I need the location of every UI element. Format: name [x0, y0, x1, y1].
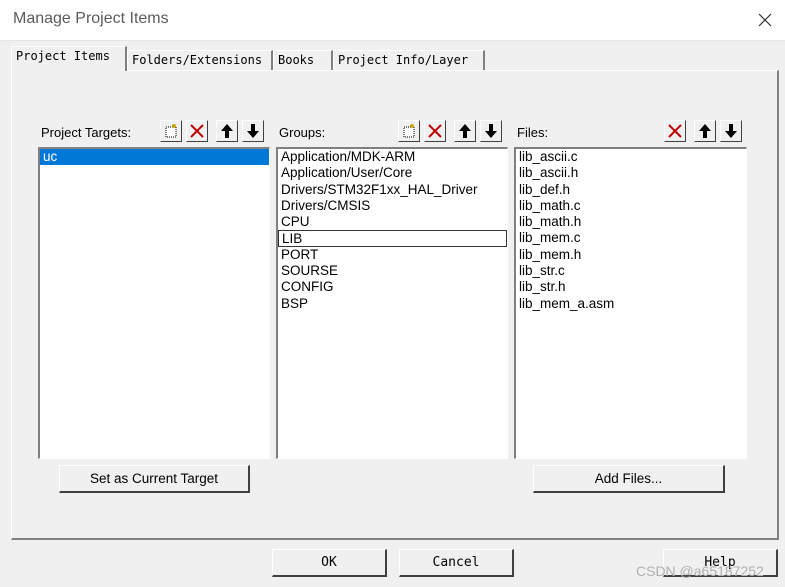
move-file-down-button[interactable]	[720, 120, 742, 142]
arrow-up-icon	[221, 124, 233, 138]
arrow-down-icon	[485, 124, 497, 138]
delete-group-button[interactable]	[424, 120, 446, 142]
window-title: Manage Project Items	[13, 10, 169, 27]
list-item[interactable]: BSP	[278, 296, 507, 312]
move-file-up-button[interactable]	[694, 120, 716, 142]
groups-group: Groups: Application/MDK-ARM Application/…	[276, 119, 508, 459]
groups-label: Groups:	[279, 125, 326, 140]
delete-target-button[interactable]	[186, 120, 208, 142]
list-item[interactable]: Drivers/CMSIS	[278, 198, 507, 214]
add-files-button[interactable]: Add Files...	[533, 465, 725, 493]
list-item[interactable]: lib_math.c	[516, 198, 746, 214]
move-target-down-button[interactable]	[242, 120, 264, 142]
tab-books[interactable]: Books	[273, 50, 333, 70]
arrow-up-icon	[459, 124, 471, 138]
close-icon	[758, 13, 772, 27]
close-button[interactable]	[745, 0, 785, 40]
project-targets-group: Project Targets: uc	[38, 119, 270, 459]
targets-list[interactable]: uc	[38, 147, 270, 459]
list-item[interactable]: lib_mem.h	[516, 247, 746, 263]
set-as-current-target-button[interactable]: Set as Current Target	[59, 465, 250, 493]
list-item[interactable]: CPU	[278, 214, 507, 230]
cancel-button[interactable]: Cancel	[399, 549, 514, 577]
list-item[interactable]: PORT	[278, 247, 507, 263]
groups-list[interactable]: Application/MDK-ARM Application/User/Cor…	[276, 147, 508, 459]
list-item[interactable]: lib_math.h	[516, 214, 746, 230]
new-group-button[interactable]	[398, 120, 420, 142]
files-label: Files:	[517, 125, 549, 140]
list-item[interactable]: lib_ascii.h	[516, 165, 746, 181]
arrow-up-icon	[699, 124, 711, 138]
arrow-down-icon	[725, 124, 737, 138]
new-item-icon	[165, 124, 177, 138]
new-target-button[interactable]	[160, 120, 182, 142]
tab-folders-extensions[interactable]: Folders/Extensions	[127, 50, 273, 70]
list-item[interactable]: uc	[40, 149, 269, 166]
project-targets-header: Project Targets:	[38, 119, 270, 143]
project-targets-label: Project Targets:	[41, 125, 132, 140]
files-header: Files:	[514, 119, 747, 143]
watermark: CSDN @a65187252	[636, 563, 764, 579]
arrow-down-icon	[247, 124, 259, 138]
files-list[interactable]: lib_ascii.c lib_ascii.h lib_def.h lib_ma…	[514, 147, 747, 459]
list-item[interactable]: CONFIG	[278, 279, 507, 295]
delete-icon	[190, 124, 204, 138]
ok-button[interactable]: OK	[272, 549, 387, 577]
list-item[interactable]: Application/MDK-ARM	[278, 149, 507, 165]
list-item[interactable]: lib_str.h	[516, 279, 746, 295]
list-item[interactable]: Application/User/Core	[278, 165, 507, 181]
list-item-focused[interactable]: LIB	[278, 230, 507, 247]
files-group: Files: lib_ascii.c lib_ascii.h lib_def.h…	[514, 119, 747, 459]
delete-icon	[428, 124, 442, 138]
title-bar: Manage Project Items	[0, 0, 785, 41]
list-item[interactable]: lib_mem_a.asm	[516, 296, 746, 312]
move-group-down-button[interactable]	[480, 120, 502, 142]
list-item[interactable]: SOURSE	[278, 263, 507, 279]
list-item[interactable]: lib_str.c	[516, 263, 746, 279]
delete-icon	[668, 124, 682, 138]
tab-project-info-layer[interactable]: Project Info/Layer	[333, 50, 485, 70]
list-item[interactable]: lib_mem.c	[516, 230, 746, 246]
list-item[interactable]: Drivers/STM32F1xx_HAL_Driver	[278, 182, 507, 198]
groups-header: Groups:	[276, 119, 508, 143]
move-group-up-button[interactable]	[454, 120, 476, 142]
delete-file-button[interactable]	[664, 120, 686, 142]
tab-project-items[interactable]: Project Items	[11, 46, 127, 71]
list-item[interactable]: lib_def.h	[516, 182, 746, 198]
list-item[interactable]: lib_ascii.c	[516, 149, 746, 165]
move-target-up-button[interactable]	[216, 120, 238, 142]
new-item-icon	[403, 124, 415, 138]
